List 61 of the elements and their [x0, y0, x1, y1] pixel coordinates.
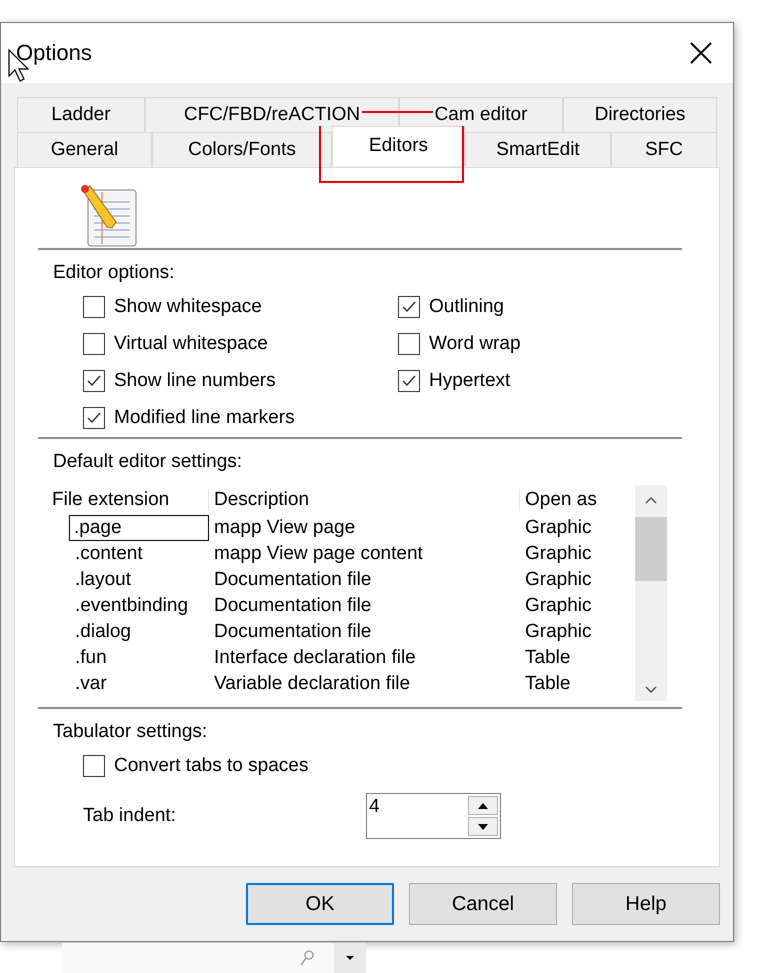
table-cell[interactable]: Table	[520, 673, 634, 695]
table-cell[interactable]: Documentation file	[209, 621, 520, 643]
checkbox-option[interactable]: Convert tabs to spaces	[38, 747, 682, 777]
tab[interactable]: Cam editor	[399, 97, 563, 132]
table-cell[interactable]: Table	[520, 647, 634, 669]
table-cell[interactable]: .content	[47, 541, 209, 567]
checkbox-option[interactable]: Hypertext	[398, 370, 682, 392]
checkbox-option[interactable]: Word wrap	[398, 333, 682, 355]
checkbox-option[interactable]: Show line numbers	[83, 370, 398, 392]
close-icon[interactable]	[690, 42, 712, 64]
table-cell[interactable]: Graphic	[520, 517, 634, 539]
dialog-button[interactable]: Cancel	[409, 883, 557, 925]
table-cell[interactable]: Documentation file	[209, 569, 520, 591]
table-cell[interactable]: Graphic	[520, 595, 634, 617]
table-cell[interactable]: Graphic	[520, 569, 634, 591]
checkmark-icon	[86, 373, 102, 389]
dialog-button[interactable]: OK	[246, 883, 394, 925]
column-header[interactable]: Open as	[520, 489, 634, 511]
tab[interactable]: SFC	[611, 132, 717, 167]
window-title: Options	[16, 40, 92, 66]
checkbox-option[interactable]: Outlining	[398, 296, 682, 318]
dialog-button[interactable]: Help	[572, 883, 720, 925]
table-cell[interactable]: .fun	[47, 645, 209, 671]
checkmark-icon	[401, 299, 417, 315]
table-cell[interactable]: .eventbinding	[47, 593, 209, 619]
table-cell[interactable]: .layout	[47, 567, 209, 593]
field-label: Tab indent:	[83, 805, 177, 827]
table-cell[interactable]: mapp View page content	[209, 543, 520, 565]
background-search-field[interactable]	[62, 943, 366, 973]
search-icon	[300, 950, 314, 966]
tab[interactable]: Colors/Fonts	[152, 132, 332, 167]
tab[interactable]: SmartEdit	[465, 132, 611, 167]
table-cell[interactable]: .page	[69, 515, 209, 541]
table-cell[interactable]: Documentation file	[209, 595, 520, 617]
column-header[interactable]: Description	[209, 489, 520, 511]
section-heading: Tabulator settings:	[52, 720, 208, 744]
table-cell[interactable]: Graphic	[520, 621, 634, 643]
table-cell[interactable]: Graphic	[520, 543, 634, 565]
scrollbar[interactable]	[635, 485, 667, 701]
down-triangle-icon	[346, 956, 354, 960]
up-caret-icon[interactable]	[644, 495, 658, 505]
tab[interactable]: Editors	[332, 126, 465, 166]
checkbox-option[interactable]: Modified line markers	[83, 407, 398, 429]
tab[interactable]: Directories	[563, 97, 717, 132]
section-heading: Default editor settings:	[52, 450, 244, 474]
table-cell[interactable]: mapp View page	[209, 517, 520, 539]
checkbox-option[interactable]: Virtual whitespace	[83, 333, 398, 355]
checkbox-option[interactable]: Show whitespace	[83, 296, 398, 318]
tab[interactable]: General	[17, 132, 152, 167]
tab[interactable]: CFC/FBD/reACTION	[145, 97, 399, 132]
table-cell[interactable]: .var	[47, 671, 209, 697]
tab[interactable]: Ladder	[17, 97, 145, 132]
table-cell[interactable]: Variable declaration file	[209, 673, 520, 695]
scrollbar-thumb[interactable]	[635, 517, 667, 581]
down-caret-icon[interactable]	[644, 685, 658, 695]
table-cell[interactable]: Interface declaration file	[209, 647, 520, 669]
column-header[interactable]: File extension	[47, 489, 209, 511]
section-heading: Editor options:	[52, 261, 176, 285]
table-cell[interactable]: .dialog	[47, 619, 209, 645]
checkmark-icon	[86, 410, 102, 426]
checkmark-icon	[401, 373, 417, 389]
